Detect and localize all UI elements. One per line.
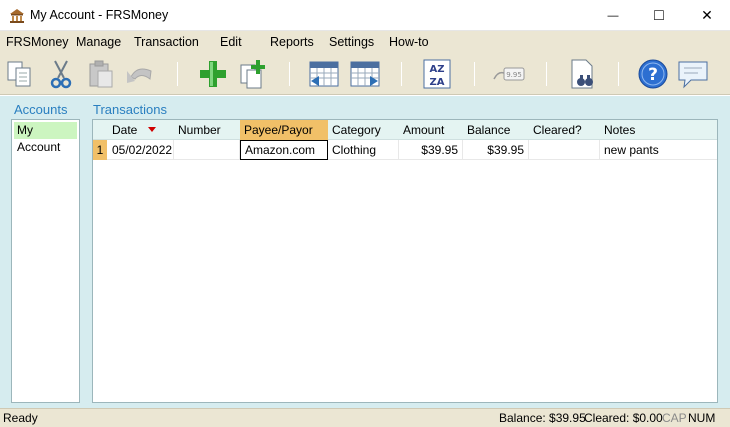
column-header-balance[interactable]: Balance — [463, 120, 529, 140]
title-bar: My Account - FRSMoney — □ ✕ — [0, 0, 730, 31]
svg-text:?: ? — [648, 65, 658, 85]
column-header-number[interactable]: Number — [174, 120, 240, 140]
cell-amount[interactable]: $39.95 — [399, 140, 463, 160]
duplicate-transaction-button[interactable] — [236, 57, 270, 91]
toolbar-separator — [289, 62, 290, 86]
paste-icon — [89, 60, 113, 88]
menu-transaction[interactable]: Transaction — [134, 35, 199, 49]
toolbar-separator — [401, 62, 402, 86]
duplicate-icon — [240, 60, 265, 89]
cell-balance[interactable]: $39.95 — [463, 140, 529, 160]
toolbar-separator — [474, 62, 475, 86]
minimize-icon: — — [607, 9, 619, 22]
close-icon: ✕ — [701, 7, 713, 23]
cell-cleared[interactable] — [529, 140, 600, 160]
column-header-date[interactable]: Date — [108, 120, 174, 140]
copy-icon — [7, 61, 31, 87]
close-button[interactable]: ✕ — [684, 0, 730, 31]
add-icon — [200, 61, 226, 87]
cut-button[interactable] — [44, 57, 78, 91]
copy-button[interactable] — [3, 57, 37, 91]
maximize-button[interactable]: □ — [636, 0, 682, 31]
undo-icon — [127, 68, 152, 83]
next-period-button[interactable] — [348, 57, 382, 91]
maximize-icon: □ — [654, 6, 664, 24]
cell-date[interactable]: 05/02/2022 — [108, 140, 174, 160]
status-balance: Balance: $39.95 — [499, 411, 586, 425]
check-amount-icon: 9.95 — [493, 67, 525, 81]
menu-bar: FRSMoney Manage Transaction Edit Reports… — [0, 31, 730, 53]
cell-notes[interactable]: new pants — [600, 140, 717, 160]
account-item-my-account[interactable]: My Account — [14, 122, 77, 154]
cell-payee[interactable]: Amazon.com — [240, 140, 328, 160]
main-content: Accounts Transactions My Account Date Nu… — [0, 96, 730, 408]
svg-text:9.95: 9.95 — [506, 71, 522, 79]
find-icon — [571, 59, 593, 89]
accounts-label: Accounts — [14, 102, 68, 117]
table-row[interactable]: 1 05/02/2022 Amazon.com Clothing $39.95 … — [93, 140, 717, 160]
undo-button[interactable] — [123, 57, 157, 91]
add-transaction-button[interactable] — [196, 57, 230, 91]
sort-button[interactable]: AZ ZA — [420, 57, 454, 91]
help-icon: ? — [638, 59, 668, 89]
status-ready: Ready — [3, 411, 38, 425]
minimize-button[interactable]: — — [590, 0, 636, 31]
menu-settings[interactable]: Settings — [329, 35, 374, 49]
menu-edit[interactable]: Edit — [220, 35, 242, 49]
menu-how-to[interactable]: How-to — [389, 35, 429, 49]
transactions-grid[interactable]: Date Number Payee/Payor Category Amount … — [92, 119, 718, 403]
status-bar: Ready Balance: $39.95 Cleared: $0.00 CAP… — [0, 408, 730, 427]
column-header-category[interactable]: Category — [328, 120, 399, 140]
column-header-cleared[interactable]: Cleared? — [529, 120, 600, 140]
row-number[interactable]: 1 — [93, 140, 107, 160]
transactions-label: Transactions — [93, 102, 167, 117]
status-cap: CAP — [662, 411, 687, 425]
status-num: NUM — [688, 411, 716, 425]
menu-reports[interactable]: Reports — [270, 35, 314, 49]
toolbar-separator — [177, 62, 178, 86]
grid-header: Date Number Payee/Payor Category Amount … — [93, 120, 717, 140]
menu-frsmoney[interactable]: FRSMoney — [6, 35, 69, 49]
cell-category[interactable]: Clothing — [328, 140, 399, 160]
svg-text:AZ: AZ — [430, 64, 445, 75]
toolbar: AZ ZA 9.95 ? — [0, 53, 730, 95]
account-list[interactable]: My Account — [11, 119, 80, 403]
help-button[interactable]: ? — [636, 57, 670, 91]
feedback-button[interactable] — [676, 57, 710, 91]
window-title: My Account - FRSMoney — [30, 8, 169, 22]
column-header-amount[interactable]: Amount — [399, 120, 463, 140]
column-header-payee[interactable]: Payee/Payor — [240, 120, 328, 140]
next-period-icon — [350, 61, 380, 87]
bank-icon — [9, 8, 25, 24]
paste-button[interactable] — [84, 57, 118, 91]
cut-icon — [50, 60, 72, 89]
toolbar-separator — [546, 62, 547, 86]
find-button[interactable] — [565, 57, 599, 91]
previous-period-button[interactable] — [307, 57, 341, 91]
svg-text:ZA: ZA — [430, 77, 445, 88]
cell-number[interactable] — [174, 140, 240, 160]
column-header-notes[interactable]: Notes — [600, 120, 717, 140]
sort-descending-icon — [148, 127, 156, 132]
sort-icon: AZ ZA — [423, 59, 451, 89]
previous-period-icon — [309, 61, 339, 87]
toolbar-separator — [618, 62, 619, 86]
status-cleared: Cleared: $0.00 — [584, 411, 663, 425]
feedback-icon — [678, 61, 708, 89]
menu-manage[interactable]: Manage — [76, 35, 121, 49]
check-amount-button[interactable]: 9.95 — [492, 57, 526, 91]
